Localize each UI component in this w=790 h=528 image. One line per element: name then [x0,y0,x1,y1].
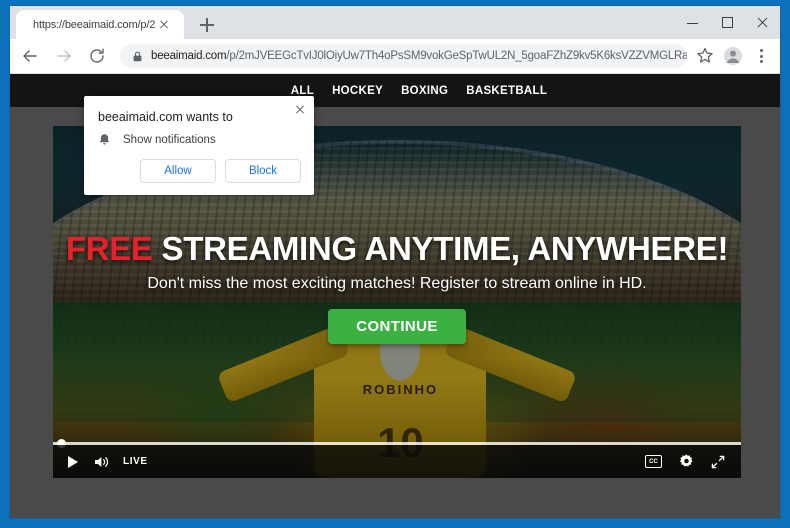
live-indicator-label: LIVE [123,456,148,467]
minimize-window-button[interactable] [675,6,710,39]
browser-window: https://beeaimaid.com/p/2mJVE [10,6,780,518]
close-window-button[interactable] [745,6,780,39]
close-tab-icon[interactable] [155,16,173,34]
play-icon[interactable] [68,455,78,468]
nav-item-boxing[interactable]: BOXING [401,85,448,97]
profile-avatar-icon[interactable] [721,44,745,68]
settings-gear-icon[interactable] [678,453,695,470]
continue-button[interactable]: CONTINUE [328,309,466,344]
headline-free-word: FREE [65,230,153,267]
headline-rest: STREAMING ANYTIME, ANYWHERE! [152,230,729,267]
hero-copy: FREE STREAMING ANYTIME, ANYWHERE! Don't … [53,230,741,344]
nav-item-hockey[interactable]: HOCKEY [332,85,383,97]
url-domain: beeaimaid.com [151,50,227,62]
new-tab-icon[interactable] [196,14,218,36]
closed-captions-icon[interactable]: CC [645,455,662,468]
nav-item-all[interactable]: ALL [291,85,314,97]
permission-dialog-actions: Allow Block [84,147,314,195]
volume-icon[interactable] [94,455,110,469]
address-bar[interactable]: beeaimaid.com/p/2mJVEEGcTvIJ0lOiyUw7Th4o… [120,44,687,68]
permission-label: Show notifications [123,134,216,146]
browser-tab[interactable]: https://beeaimaid.com/p/2mJVE [16,10,184,39]
back-arrow-icon[interactable] [16,42,44,70]
tab-strip: https://beeaimaid.com/p/2mJVE [10,6,780,39]
tab-title: https://beeaimaid.com/p/2mJVE [33,18,155,31]
url-path: /p/2mJVEEGcTvIJ0lOiyUw7Th4oPsSM9vokGeSpT… [226,50,687,62]
nav-item-basketball[interactable]: BASKETBALL [466,85,547,97]
permission-dialog-title: beeaimaid.com wants to [98,110,233,124]
browser-toolbar: beeaimaid.com/p/2mJVEEGcTvIJ0lOiyUw7Th4o… [10,39,780,74]
os-window-frame: https://beeaimaid.com/p/2mJVE [0,0,790,528]
close-dialog-icon[interactable] [292,101,308,117]
star-icon[interactable] [693,44,717,68]
forward-arrow-icon[interactable] [50,42,78,70]
allow-button[interactable]: Allow [140,159,216,183]
hero-subheadline: Don't miss the most exciting matches! Re… [147,275,647,292]
block-button[interactable]: Block [225,159,301,183]
window-controls [675,6,780,39]
hero-headline: FREE STREAMING ANYTIME, ANYWHERE! [53,230,741,268]
page-viewport: ALL HOCKEY BOXING BASKETBALL ROBINHO 10 [10,74,780,518]
bell-icon [98,133,111,147]
three-dot-menu-icon[interactable] [749,44,773,68]
maximize-window-button[interactable] [710,6,745,39]
site-nav-items: ALL HOCKEY BOXING BASKETBALL [291,85,547,97]
fullscreen-icon[interactable] [711,455,725,469]
url-text: beeaimaid.com/p/2mJVEEGcTvIJ0lOiyUw7Th4o… [151,50,687,62]
reload-icon[interactable] [83,42,111,70]
notification-permission-dialog: beeaimaid.com wants to Show notification… [84,96,314,195]
video-control-bar: LIVE CC [53,445,741,478]
permission-row: Show notifications [84,124,314,147]
lock-icon [131,50,144,63]
